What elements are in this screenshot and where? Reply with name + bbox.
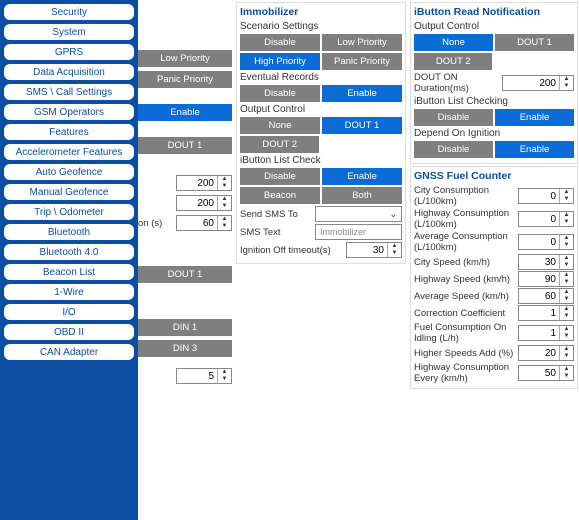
ib-listchk-label: iButton List Checking bbox=[414, 96, 574, 107]
gnss-panel: GNSS Fuel Counter City Consumption (L/10… bbox=[410, 166, 578, 389]
spin-3-label: on (s) bbox=[138, 218, 173, 229]
gnss-label-5: Average Speed (km/h) bbox=[414, 291, 515, 302]
gnss-input-9[interactable]: ▲▼ bbox=[518, 365, 574, 381]
ign-off-label: Ignition Off timeout(s) bbox=[240, 245, 343, 256]
sidebar-item-trip-odometer[interactable]: Trip \ Odometer bbox=[3, 203, 135, 221]
gnss-input-2[interactable]: ▲▼ bbox=[518, 234, 574, 250]
sidebar-item-accelerometer[interactable]: Accelerometer Features bbox=[3, 143, 135, 161]
gnss-label-1: Highway Consumption (L/100km) bbox=[414, 208, 515, 230]
sidebar-item-system[interactable]: System bbox=[3, 23, 135, 41]
sidebar-item-io[interactable]: I/O bbox=[3, 303, 135, 321]
dout-duration-input[interactable]: ▲▼ bbox=[502, 75, 574, 91]
din3-button[interactable]: DIN 3 bbox=[138, 340, 232, 357]
scenario-settings-label: Scenario Settings bbox=[240, 21, 402, 32]
sidebar-item-gprs[interactable]: GPRS bbox=[3, 43, 135, 61]
immobilizer-title: Immobilizer bbox=[240, 6, 402, 18]
sidebar-item-obd2[interactable]: OBD II bbox=[3, 323, 135, 341]
low-priority-button[interactable]: Low Priority bbox=[138, 50, 232, 67]
ib-listchk-enable[interactable]: Enable bbox=[495, 109, 574, 126]
gnss-input-8[interactable]: ▲▼ bbox=[518, 345, 574, 361]
output-none[interactable]: None bbox=[240, 117, 320, 134]
ibutton-list-check-label: iButton List Check bbox=[240, 155, 402, 166]
gnss-label-4: Highway Speed (km/h) bbox=[414, 274, 515, 285]
sidebar-item-auto-geofence[interactable]: Auto Geofence bbox=[3, 163, 135, 181]
gnss-input-7[interactable]: ▲▼ bbox=[518, 325, 574, 341]
ib-listchk-disable[interactable]: Disable bbox=[414, 109, 493, 126]
spin-five[interactable]: ▲▼ bbox=[176, 368, 232, 384]
gnss-label-7: Fuel Consumption On Idling (L/h) bbox=[414, 322, 515, 344]
ib-depend-disable[interactable]: Disable bbox=[414, 141, 493, 158]
enable-button[interactable]: Enable bbox=[138, 104, 232, 121]
iblist-beacon[interactable]: Beacon bbox=[240, 187, 320, 204]
gnss-label-6: Correction Coefficient bbox=[414, 308, 515, 319]
gnss-title: GNSS Fuel Counter bbox=[414, 170, 574, 182]
send-sms-to-label: Send SMS To bbox=[240, 209, 312, 220]
ibutton-title: iButton Read Notification bbox=[414, 6, 574, 18]
spin-2[interactable]: ▲▼ bbox=[176, 195, 232, 211]
output-dout2[interactable]: DOUT 2 bbox=[240, 136, 319, 153]
sidebar-item-1wire[interactable]: 1-Wire bbox=[3, 283, 135, 301]
gnss-input-4[interactable]: ▲▼ bbox=[518, 271, 574, 287]
gnss-input-3[interactable]: ▲▼ bbox=[518, 254, 574, 270]
gnss-input-1[interactable]: ▲▼ bbox=[518, 211, 574, 227]
main-area: Low Priority Panic Priority Enable DOUT … bbox=[138, 0, 580, 520]
eventual-enable[interactable]: Enable bbox=[322, 85, 402, 102]
panic-priority-button[interactable]: Panic Priority bbox=[138, 71, 232, 88]
gnss-input-5[interactable]: ▲▼ bbox=[518, 288, 574, 304]
scenario-low[interactable]: Low Priority bbox=[322, 34, 402, 51]
ib-depend-enable[interactable]: Enable bbox=[495, 141, 574, 158]
gnss-label-9: Highway Consumption Every (km/h) bbox=[414, 362, 515, 384]
col-left-partial: Low Priority Panic Priority Enable DOUT … bbox=[138, 2, 232, 518]
sidebar-item-features[interactable]: Features bbox=[3, 123, 135, 141]
dout1-button-a[interactable]: DOUT 1 bbox=[138, 137, 232, 154]
ib-dout1[interactable]: DOUT 1 bbox=[495, 34, 574, 51]
sidebar-item-sms-call[interactable]: SMS \ Call Settings bbox=[3, 83, 135, 101]
scenario-disable[interactable]: Disable bbox=[240, 34, 320, 51]
gnss-label-8: Higher Speeds Add (%) bbox=[414, 348, 515, 359]
scenario-high[interactable]: High Priority bbox=[240, 53, 320, 70]
eventual-records-label: Eventual Records bbox=[240, 72, 402, 83]
iblist-both[interactable]: Both bbox=[322, 187, 402, 204]
spin-1[interactable]: ▲▼ bbox=[176, 175, 232, 191]
iblist-disable[interactable]: Disable bbox=[240, 168, 320, 185]
ibutton-panel: iButton Read Notification Output Control… bbox=[410, 2, 578, 164]
sidebar-item-security[interactable]: Security bbox=[3, 3, 135, 21]
sidebar-item-beacon-list[interactable]: Beacon List bbox=[3, 263, 135, 281]
sms-text-label: SMS Text bbox=[240, 227, 312, 238]
din1-button[interactable]: DIN 1 bbox=[138, 319, 232, 336]
sidebar-item-bluetooth[interactable]: Bluetooth bbox=[3, 223, 135, 241]
sidebar-item-data-acquisition[interactable]: Data Acquisition bbox=[3, 63, 135, 81]
sidebar-item-bluetooth-4[interactable]: Bluetooth 4.0 bbox=[3, 243, 135, 261]
dout-duration-label: DOUT ON Duration(ms) bbox=[414, 72, 499, 94]
iblist-enable[interactable]: Enable bbox=[322, 168, 402, 185]
gnss-label-3: City Speed (km/h) bbox=[414, 257, 515, 268]
sidebar: Security System GPRS Data Acquisition SM… bbox=[0, 0, 138, 520]
gnss-input-0[interactable]: ▲▼ bbox=[518, 188, 574, 204]
eventual-disable[interactable]: Disable bbox=[240, 85, 320, 102]
spin-3[interactable]: ▲▼ bbox=[176, 215, 232, 231]
ib-dout2[interactable]: DOUT 2 bbox=[414, 53, 492, 70]
immobilizer-panel: Immobilizer Scenario Settings Disable Lo… bbox=[236, 2, 406, 264]
ign-off-input[interactable]: ▲▼ bbox=[346, 242, 402, 258]
chevron-down-icon: ⌄ bbox=[389, 209, 397, 220]
sms-text-input[interactable]: Immobilizer bbox=[315, 224, 402, 240]
sidebar-item-gsm-operators[interactable]: GSM Operators bbox=[3, 103, 135, 121]
dout1-button-b[interactable]: DOUT 1 bbox=[138, 266, 232, 283]
send-sms-to-select[interactable]: ⌄ bbox=[315, 206, 402, 222]
scenario-panic[interactable]: Panic Priority bbox=[322, 53, 402, 70]
ib-depend-label: Depend On Ignition bbox=[414, 128, 574, 139]
gnss-input-6[interactable]: ▲▼ bbox=[518, 305, 574, 321]
ib-none[interactable]: None bbox=[414, 34, 493, 51]
output-dout1[interactable]: DOUT 1 bbox=[322, 117, 402, 134]
gnss-label-0: City Consumption (L/100km) bbox=[414, 185, 515, 207]
sidebar-item-can-adapter[interactable]: CAN Adapter bbox=[3, 343, 135, 361]
ib-output-label: Output Control bbox=[414, 21, 574, 32]
output-control-label: Output Control bbox=[240, 104, 402, 115]
gnss-label-2: Average Consumption (L/100km) bbox=[414, 231, 515, 253]
sidebar-item-manual-geofence[interactable]: Manual Geofence bbox=[3, 183, 135, 201]
